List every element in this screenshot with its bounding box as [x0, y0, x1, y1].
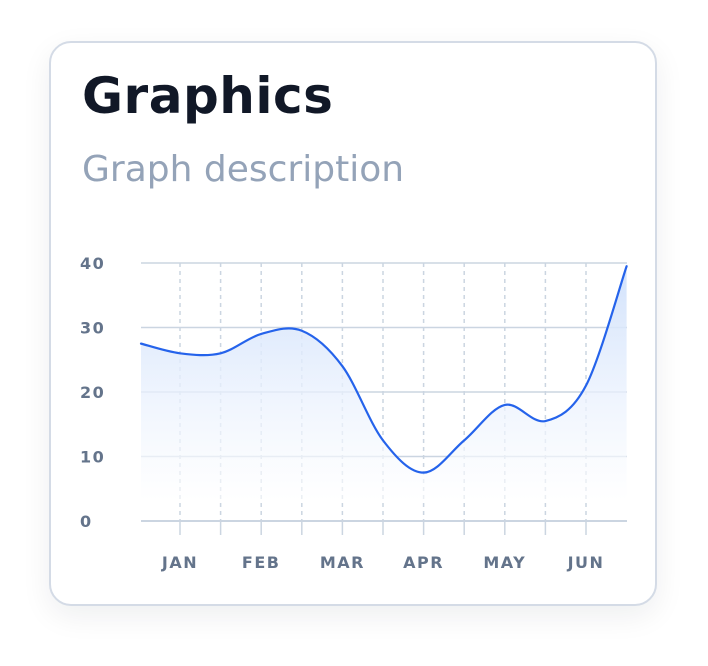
x-tick-label: FEB — [242, 553, 281, 572]
y-tick-label: 30 — [80, 319, 105, 338]
area-chart: 0 10 20 30 40 JAN FEB MAR APR MAY JUN — [80, 254, 628, 572]
x-tick-label: JUN — [567, 553, 605, 572]
x-tick-label: APR — [403, 553, 444, 572]
x-tick-label: JAN — [161, 553, 198, 572]
y-tick-label: 10 — [80, 448, 105, 467]
x-tick-label: MAY — [483, 553, 526, 572]
area-layer — [139, 265, 628, 501]
axis-layer — [141, 520, 627, 535]
y-tick-label: 0 — [80, 512, 93, 531]
x-tick-label: MAR — [320, 553, 365, 572]
series-area-fill — [141, 266, 627, 501]
y-tick-label: 40 — [80, 254, 105, 273]
y-tick-label: 20 — [80, 383, 105, 402]
